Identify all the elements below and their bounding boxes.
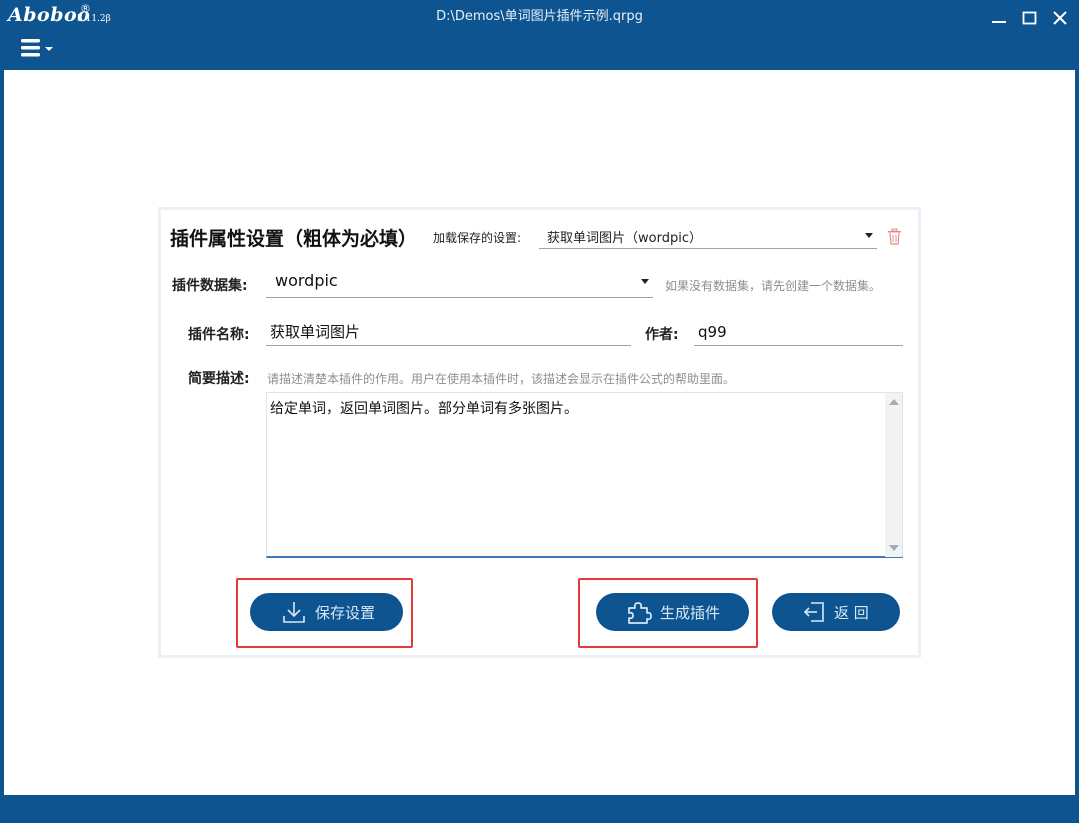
title-bar: Aboboo ® 3.11.2β D:\Demos\单词图片插件示例.qrpg [0,0,1079,70]
scroll-up-icon[interactable] [889,399,899,405]
back-button[interactable]: 返 回 [772,593,900,631]
main-menu-button[interactable] [21,38,55,58]
plugin-name-label: 插件名称: [188,327,250,343]
dataset-value: wordpic [275,271,338,290]
dataset-hint: 如果没有数据集，请先创建一个数据集。 [665,279,882,293]
description-hint: 请描述清楚本插件的作用。用户在使用本插件时，该描述会显示在插件公式的帮助里面。 [267,372,736,386]
scroll-down-icon[interactable] [889,545,899,551]
save-settings-label: 保存设置 [315,604,376,622]
download-icon [282,600,306,628]
minimize-icon[interactable] [990,9,1008,27]
puzzle-icon [626,600,652,628]
back-label: 返 回 [834,604,869,622]
dataset-select[interactable]: wordpic [266,267,653,298]
chevron-down-icon [641,279,649,284]
chevron-down-icon [865,233,873,238]
trash-icon[interactable] [887,228,903,246]
maximize-icon[interactable] [1021,9,1039,27]
status-bar [0,795,1079,823]
generate-plugin-button[interactable]: 生成插件 [596,593,749,631]
window-title: D:\Demos\单词图片插件示例.qrpg [436,9,643,24]
description-scrollbar[interactable] [885,393,902,557]
description-label: 简要描述: [188,371,250,387]
load-settings-value: 获取单词图片（wordpic） [547,231,702,246]
dataset-label: 插件数据集: [172,278,248,294]
load-settings-label: 加载保存的设置: [433,231,522,245]
generate-plugin-label: 生成插件 [660,604,721,622]
description-box: 给定单词，返回单词图片。部分单词有多张图片。 [266,392,903,558]
load-settings-select[interactable]: 获取单词图片（wordpic） [539,222,877,249]
panel-title: 插件属性设置（粗体为必填） [170,228,418,250]
hamburger-menu-icon [21,39,53,57]
author-label: 作者: [645,327,679,343]
exit-icon [802,600,826,628]
author-input[interactable] [694,318,903,346]
plugin-name-input[interactable] [266,318,631,346]
save-settings-button[interactable]: 保存设置 [250,593,403,631]
close-icon[interactable] [1051,9,1069,27]
description-textarea[interactable]: 给定单词，返回单词图片。部分单词有多张图片。 [270,398,882,548]
